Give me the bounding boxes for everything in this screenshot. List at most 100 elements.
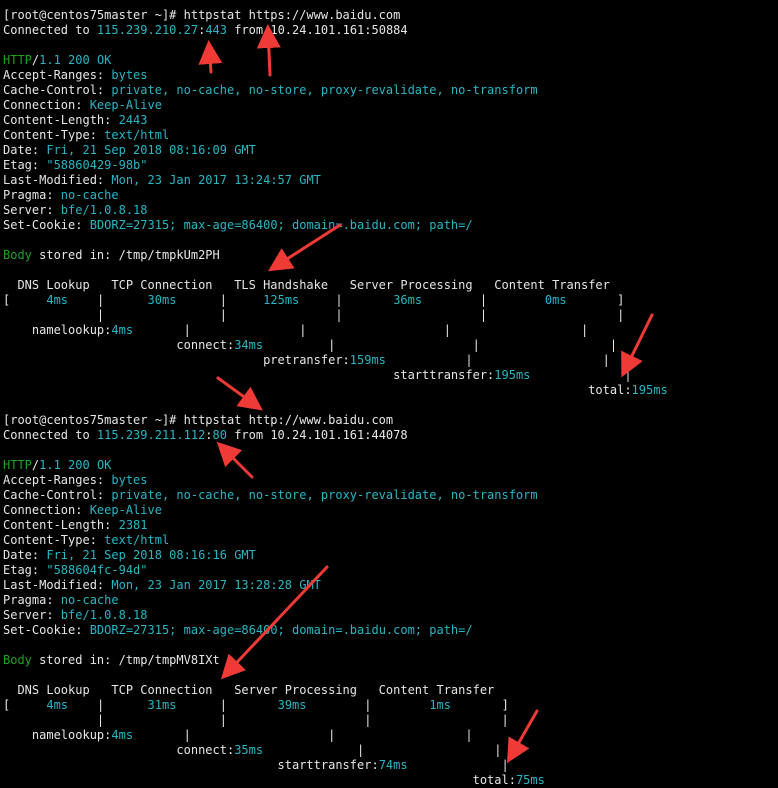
terminal-line: Accept-Ranges: bytes: [3, 68, 148, 83]
terminal-text: text/html: [104, 533, 170, 547]
terminal-text: 443: [205, 23, 227, 37]
terminal-line: [ 4ms | 31ms | 39ms | 1ms ]: [3, 698, 509, 713]
terminal-line: total:195ms: [3, 383, 667, 398]
terminal-text: Last-Modified:: [3, 173, 112, 187]
terminal-text: [root@centos75master ~]# httpstat https:…: [3, 8, 401, 22]
terminal-line: Pragma: no-cache: [3, 593, 119, 608]
terminal-line: Content-Type: text/html: [3, 128, 169, 143]
terminal-text: Server:: [3, 203, 61, 217]
terminal-text: |: [407, 758, 509, 772]
terminal-text: Content-Type:: [3, 533, 105, 547]
terminal-line: Accept-Ranges: bytes: [3, 473, 148, 488]
terminal-line: | | | | |: [3, 308, 624, 323]
terminal-line: Last-Modified: Mon, 23 Jan 2017 13:24:57…: [3, 173, 321, 188]
terminal-text: Body: [3, 248, 32, 262]
terminal-line: Cache-Control: private, no-cache, no-sto…: [3, 488, 538, 503]
terminal-text: bytes: [111, 473, 148, 487]
terminal-text: Keep-Alive: [89, 503, 162, 517]
terminal-text: 80: [212, 428, 227, 442]
terminal-text: stored in: /tmp/tmpMV8IXt: [31, 653, 220, 667]
terminal-line: Body stored in: /tmp/tmpMV8IXt: [3, 653, 220, 668]
terminal-text: 4ms: [111, 728, 134, 742]
terminal-text: Set-Cookie:: [3, 218, 90, 232]
terminal-window[interactable]: [root@centos75master ~]# httpstat https:…: [0, 0, 778, 787]
terminal-line: Content-Length: 2381: [3, 518, 148, 533]
terminal-text: | | | |: [133, 323, 589, 337]
terminal-text: Set-Cookie:: [3, 623, 90, 637]
terminal-text: 125ms: [263, 293, 300, 307]
terminal-text: "58860429-98b": [46, 158, 148, 172]
terminal-line: DNS Lookup TCP Connection Server Process…: [3, 683, 494, 698]
terminal-text: |: [176, 698, 278, 712]
terminal-text: 74ms: [378, 758, 408, 772]
terminal-text: Mon, 23 Jan 2017 13:28:28 GMT: [111, 578, 321, 592]
terminal-text: 34ms: [234, 338, 264, 352]
terminal-line: total:75ms: [3, 773, 545, 788]
terminal-text: 2381: [118, 518, 148, 532]
terminal-text: bytes: [111, 68, 148, 82]
terminal-text: Date:: [3, 548, 47, 562]
terminal-text: namelookup:: [3, 728, 112, 742]
terminal-text: Date:: [3, 143, 47, 157]
terminal-text: DNS Lookup TCP Connection TLS Handshake …: [3, 278, 610, 292]
terminal-line: Last-Modified: Mon, 23 Jan 2017 13:28:28…: [3, 578, 321, 593]
terminal-line: Date: Fri, 21 Sep 2018 08:16:16 GMT: [3, 548, 256, 563]
terminal-text: no-cache: [60, 593, 119, 607]
terminal-text: 1.1 200 OK: [39, 53, 112, 67]
terminal-text: | | |: [133, 728, 473, 742]
terminal-text: 159ms: [349, 353, 386, 367]
terminal-text: Connection:: [3, 503, 90, 517]
terminal-line: Etag: "588604fc-94d": [3, 563, 148, 578]
terminal-line: [ 4ms | 30ms | 125ms | 36ms | 0ms ]: [3, 293, 624, 308]
terminal-text: | |: [263, 743, 502, 757]
terminal-text: |: [422, 293, 545, 307]
terminal-text: namelookup:: [3, 323, 112, 337]
terminal-text: Content-Length:: [3, 518, 119, 532]
terminal-text: Content-Type:: [3, 128, 105, 142]
terminal-text: 115.239.211.112: [96, 428, 206, 442]
terminal-text: 1.1 200 OK: [39, 458, 112, 472]
terminal-line: Content-Length: 2443: [3, 113, 148, 128]
terminal-text: 39ms: [277, 698, 307, 712]
terminal-text: ]: [566, 293, 625, 307]
terminal-line: Content-Type: text/html: [3, 533, 169, 548]
terminal-line: HTTP/1.1 200 OK: [3, 458, 111, 473]
terminal-text: no-cache: [60, 188, 119, 202]
terminal-text: Accept-Ranges:: [3, 68, 112, 82]
terminal-text: Last-Modified:: [3, 578, 112, 592]
terminal-text: text/html: [104, 128, 170, 142]
terminal-text: 4ms: [46, 698, 69, 712]
terminal-text: Etag:: [3, 563, 47, 577]
terminal-text: private, no-cache, no-store, proxy-reval…: [111, 488, 538, 502]
terminal-line: Date: Fri, 21 Sep 2018 08:16:09 GMT: [3, 143, 256, 158]
terminal-text: 1ms: [429, 698, 452, 712]
terminal-text: Connection:: [3, 98, 90, 112]
terminal-text: BDORZ=27315; max-age=86400; domain=.baid…: [89, 218, 473, 232]
terminal-text: | | | |: [3, 713, 509, 727]
terminal-text: :: [205, 428, 213, 442]
terminal-text: [: [3, 698, 47, 712]
terminal-text: from 10.24.101.161:50884: [227, 23, 408, 37]
terminal-text: |: [68, 698, 148, 712]
terminal-text: 35ms: [234, 743, 264, 757]
terminal-line: Connected to 115.239.211.112:80 from 10.…: [3, 428, 408, 443]
terminal-line: Pragma: no-cache: [3, 188, 119, 203]
terminal-text: Keep-Alive: [89, 98, 162, 112]
terminal-text: | |: [385, 353, 610, 367]
terminal-text: | | | | |: [3, 308, 625, 322]
terminal-text: 195ms: [494, 368, 531, 382]
terminal-text: HTTP: [3, 53, 32, 67]
terminal-line: [root@centos75master ~]# httpstat https:…: [3, 8, 400, 23]
terminal-line: Etag: "58860429-98b": [3, 158, 148, 173]
terminal-line: Connection: Keep-Alive: [3, 98, 162, 113]
terminal-line: connect:34ms | | |: [3, 338, 617, 353]
terminal-text: |: [306, 698, 430, 712]
terminal-text: total:: [3, 773, 516, 787]
terminal-text: 4ms: [111, 323, 134, 337]
terminal-text: |: [530, 368, 632, 382]
terminal-text: bfe/1.0.8.18: [60, 608, 148, 622]
terminal-line: starttransfer:74ms |: [3, 758, 509, 773]
terminal-text: Mon, 23 Jan 2017 13:24:57 GMT: [111, 173, 321, 187]
terminal-text: 75ms: [515, 773, 545, 787]
terminal-line: | | | |: [3, 713, 509, 728]
